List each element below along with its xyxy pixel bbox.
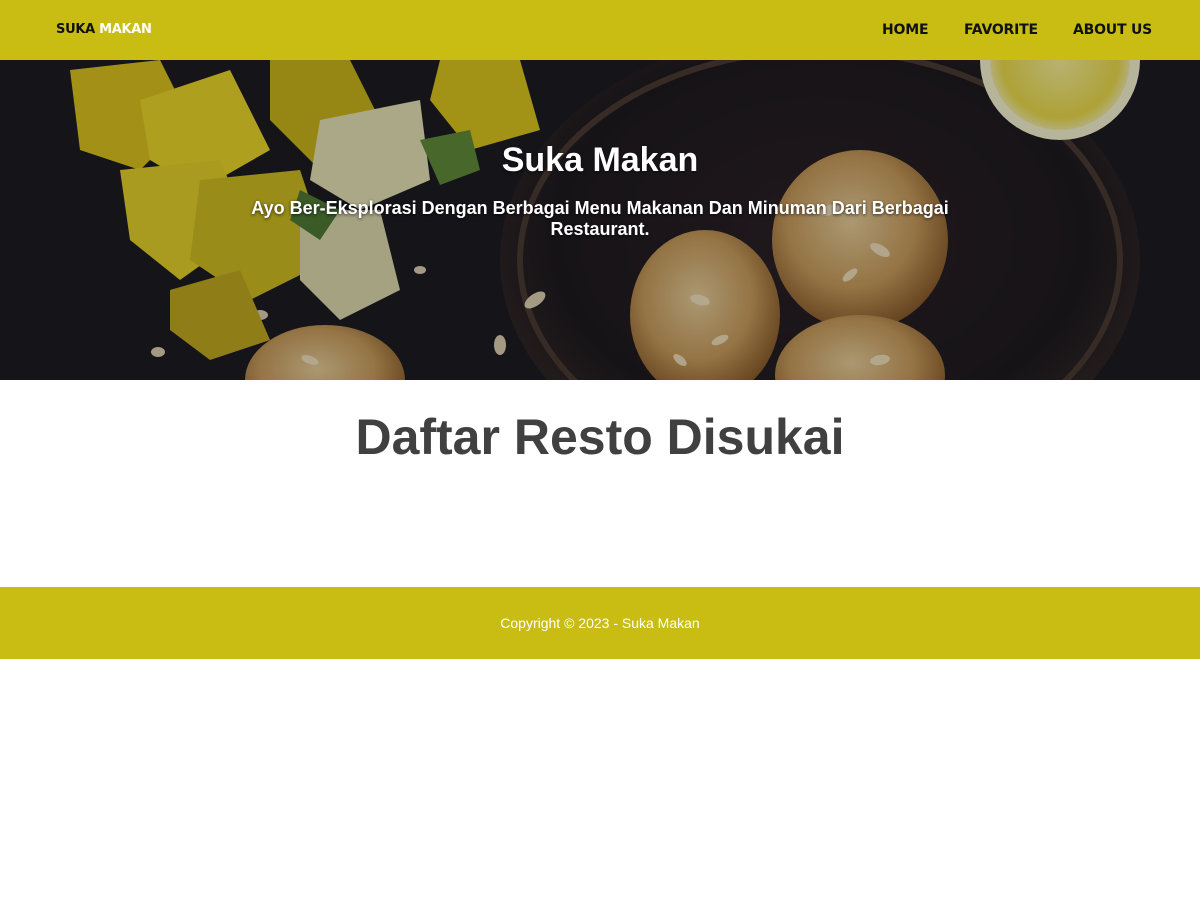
footer: Copyright © 2023 - Suka Makan [0,587,1200,659]
nav-link-about-us[interactable]: ABOUT US [1073,22,1152,38]
brand-part-2: MAKAN [99,22,152,37]
footer-copyright: Copyright © 2023 - Suka Makan [500,615,700,631]
hero-title: Suka Makan [501,141,699,179]
nav-link-home[interactable]: HOME [882,22,929,38]
hero-subtitle: Ayo Ber-Eksplorasi Dengan Berbagai Menu … [251,198,949,239]
hero-banner: Suka Makan Ayo Ber-Eksplorasi Dengan Ber… [0,60,1200,380]
page-title: Daftar Resto Disukai [355,409,845,465]
brand-part-1: SUKA [56,22,100,37]
nav-link-favorite[interactable]: FAVORITE [964,22,1038,38]
brand-logo[interactable]: SUKA MAKAN [56,22,152,38]
navbar: SUKA MAKAN HOME FAVORITE ABOUT US [0,0,1200,60]
